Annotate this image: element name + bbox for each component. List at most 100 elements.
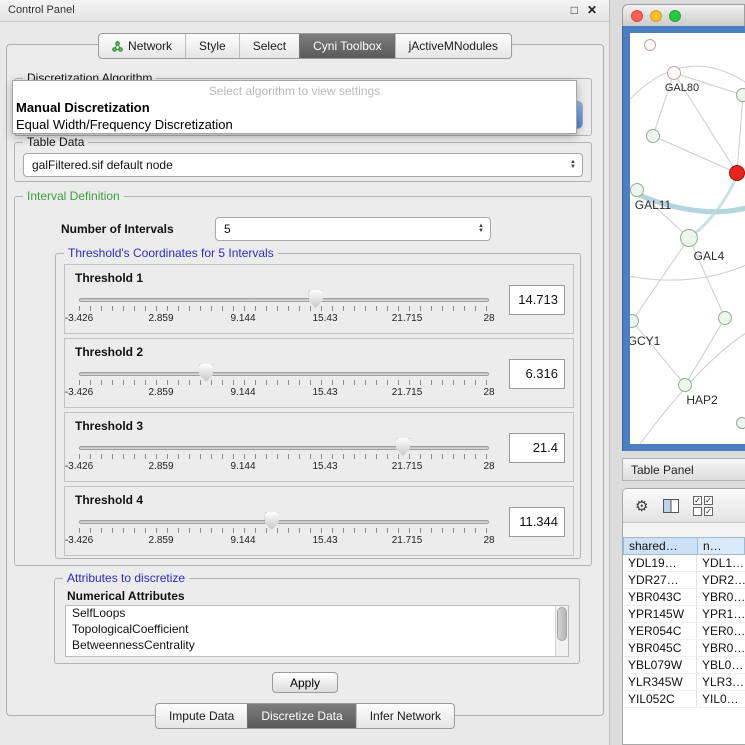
close-traffic-light-icon[interactable] — [631, 10, 643, 22]
combo-arrows-icon[interactable]: ▲▼ — [474, 224, 490, 234]
number-of-intervals-select[interactable]: 5 ▲▼ — [215, 217, 491, 241]
scale-label: 28 — [483, 387, 494, 398]
network-node-gal4[interactable] — [680, 229, 698, 247]
table-row[interactable]: YBR045C YBR0… — [623, 640, 745, 657]
threshold-3-slider[interactable]: -3.426 2.859 9.144 15.43 21.715 28 — [79, 437, 489, 479]
list-item-betweennesscentrality[interactable]: BetweennessCentrality — [66, 638, 568, 654]
table-row[interactable]: YER054C YER0… — [623, 623, 745, 640]
table-panel-window: ⚙ ✓ ✓ ✓ shared… n… YDL19… YDL1… YDR27… Y… — [622, 488, 745, 745]
network-node-hap2[interactable] — [678, 378, 692, 392]
table-row[interactable]: YIL052C YIL0… — [623, 691, 745, 708]
cell-name[interactable]: YPR1… — [697, 606, 745, 623]
tab-select[interactable]: Select — [239, 34, 299, 58]
cell-name[interactable]: YIL0… — [697, 691, 745, 708]
window-controls: □ ✕ — [571, 3, 597, 17]
cell-shared-name[interactable]: YBR043C — [623, 589, 697, 606]
slider-track[interactable] — [79, 372, 489, 376]
threshold-2-panel: Threshold 2 -3.426 2.859 9.144 15.43 21.… — [64, 338, 574, 408]
numerical-attributes-list: SelfLoops TopologicalCoefficient Between… — [65, 605, 569, 657]
tab-discretize-data[interactable]: Discretize Data — [247, 704, 355, 728]
threshold-1-value-input[interactable]: 14.713 — [509, 285, 565, 315]
column-header-name[interactable]: n… — [697, 537, 745, 555]
table-row[interactable]: YDR27… YDR2… — [623, 572, 745, 589]
list-item-selfloops[interactable]: SelfLoops — [66, 606, 568, 622]
threshold-4-panel: Threshold 4 -3.426 2.859 9.144 15.43 21.… — [64, 486, 574, 556]
network-window-titlebar[interactable] — [622, 4, 745, 26]
threshold-2-value-input[interactable]: 6.316 — [509, 359, 565, 389]
close-icon[interactable]: ✕ — [587, 3, 597, 17]
checkbox-icon[interactable]: ✓ — [704, 507, 713, 516]
checkbox-filter-icons[interactable]: ✓ ✓ ✓ — [693, 496, 713, 516]
list-item-topologicalcoefficient[interactable]: TopologicalCoefficient — [66, 622, 568, 638]
apply-button[interactable]: Apply — [272, 672, 338, 693]
cell-shared-name[interactable]: YBL079W — [623, 657, 697, 674]
slider-track[interactable] — [79, 298, 489, 302]
popup-option-equal-width-frequency[interactable]: Equal Width/Frequency Discretization — [13, 116, 576, 133]
table-data-select[interactable]: galFiltered.sif default node ▲▼ — [23, 153, 583, 177]
table-row[interactable]: YBL079W YBL0… — [623, 657, 745, 674]
tab-cyni-toolbox-label: Cyni Toolbox — [313, 39, 381, 53]
slider-track[interactable] — [79, 520, 489, 524]
column-selector-icon[interactable] — [663, 499, 679, 513]
threshold-4-value-input[interactable]: 11.344 — [509, 507, 565, 537]
bottom-tab-bar: Impute Data Discretize Data Infer Networ… — [155, 703, 455, 729]
column-header-shared-name[interactable]: shared… — [623, 537, 697, 555]
cell-name[interactable]: YDR2… — [697, 572, 745, 589]
cell-name[interactable]: YLR3… — [697, 674, 745, 691]
threshold-2-slider[interactable]: -3.426 2.859 9.144 15.43 21.715 28 — [79, 363, 489, 405]
threshold-4-label: Threshold 4 — [75, 493, 143, 507]
table-panel-titlebar: Table Panel — [622, 458, 745, 481]
control-panel-window: Control Panel □ ✕ Network Style Select C… — [0, 0, 610, 745]
tab-style[interactable]: Style — [185, 34, 239, 58]
cell-shared-name[interactable]: YBR045C — [623, 640, 697, 657]
network-node[interactable] — [736, 88, 745, 102]
network-node[interactable] — [644, 39, 656, 51]
tab-network[interactable]: Network — [99, 34, 185, 58]
table-row[interactable]: YBR043C YBR0… — [623, 589, 745, 606]
cell-shared-name[interactable]: YDR27… — [623, 572, 697, 589]
node-label-hap2: HAP2 — [686, 393, 717, 407]
popup-option-manual-discretization[interactable]: Manual Discretization — [13, 99, 576, 116]
network-node-gal80[interactable] — [667, 66, 681, 80]
cell-name[interactable]: YER0… — [697, 623, 745, 640]
cell-name[interactable]: YBL0… — [697, 657, 745, 674]
network-node[interactable] — [646, 129, 660, 143]
network-node[interactable] — [718, 311, 732, 325]
tab-cyni-toolbox[interactable]: Cyni Toolbox — [299, 34, 394, 58]
table-row[interactable]: YPR145W YPR1… — [623, 606, 745, 623]
network-node-selected[interactable] — [729, 165, 745, 181]
scrollbar-thumb[interactable] — [557, 607, 567, 641]
cell-shared-name[interactable]: YPR145W — [623, 606, 697, 623]
threshold-3-value-input[interactable]: 21.4 — [509, 433, 565, 463]
zoom-traffic-light-icon[interactable] — [669, 10, 681, 22]
float-window-icon[interactable]: □ — [571, 3, 578, 17]
scale-label: 21.715 — [392, 387, 423, 398]
table-row[interactable]: YLR345W YLR3… — [623, 674, 745, 691]
cell-name[interactable]: YBR0… — [697, 589, 745, 606]
cell-shared-name[interactable]: YLR345W — [623, 674, 697, 691]
slider-track[interactable] — [79, 446, 489, 450]
network-node-gal11[interactable] — [630, 183, 644, 197]
tab-jactivemnodules[interactable]: jActiveMNodules — [395, 34, 511, 58]
network-node[interactable] — [736, 417, 745, 429]
cell-shared-name[interactable]: YDL19… — [623, 555, 697, 572]
network-canvas[interactable]: GAL80 GAL11 GAL4 GCY1 HAP2 — [630, 33, 745, 444]
cell-shared-name[interactable]: YIL052C — [623, 691, 697, 708]
checkbox-icon[interactable] — [693, 507, 702, 516]
scale-label: -3.426 — [65, 535, 93, 546]
tab-select-label: Select — [253, 39, 286, 53]
threshold-1-slider[interactable]: -3.426 2.859 9.144 15.43 21.715 28 — [79, 289, 489, 331]
table-row[interactable]: YDL19… YDL1… — [623, 555, 745, 572]
threshold-4-slider[interactable]: -3.426 2.859 9.144 15.43 21.715 28 — [79, 511, 489, 553]
tab-impute-data[interactable]: Impute Data — [156, 704, 247, 728]
checkbox-icon[interactable]: ✓ — [704, 496, 713, 505]
list-scrollbar[interactable] — [555, 606, 568, 656]
cell-shared-name[interactable]: YER054C — [623, 623, 697, 640]
combo-arrows-icon[interactable]: ▲▼ — [566, 160, 582, 170]
cell-name[interactable]: YBR0… — [697, 640, 745, 657]
checkbox-icon[interactable]: ✓ — [693, 496, 702, 505]
tab-infer-network[interactable]: Infer Network — [356, 704, 454, 728]
cell-name[interactable]: YDL1… — [697, 555, 745, 572]
minimize-traffic-light-icon[interactable] — [650, 10, 662, 22]
gear-icon[interactable]: ⚙ — [635, 497, 648, 515]
